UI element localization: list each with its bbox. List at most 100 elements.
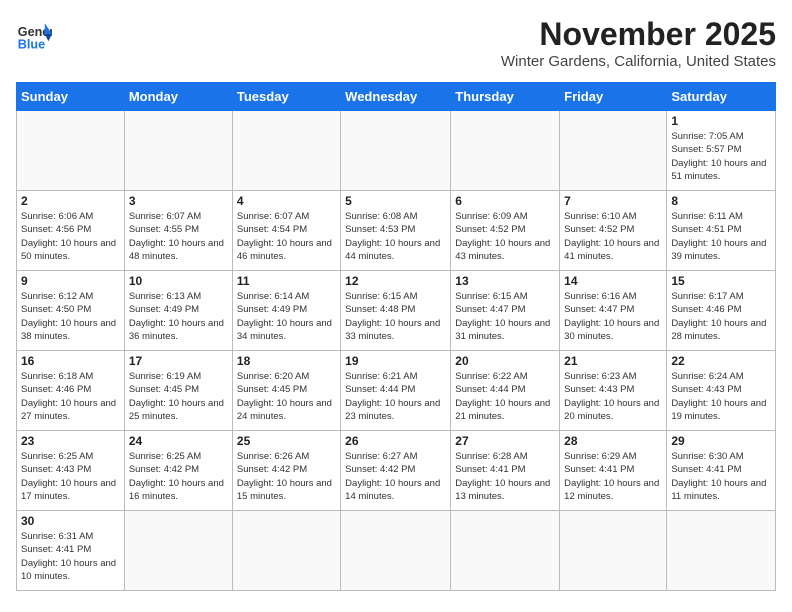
calendar-cell: 7 Sunrise: 6:10 AM Sunset: 4:52 PM Daylig…: [560, 191, 667, 271]
day-number: 21: [564, 354, 662, 368]
day-number: 1: [671, 114, 771, 128]
day-number: 30: [21, 514, 120, 528]
day-number: 2: [21, 194, 120, 208]
day-number: 6: [455, 194, 555, 208]
day-number: 19: [345, 354, 446, 368]
day-info: Sunrise: 6:25 AM Sunset: 4:43 PM Dayligh…: [21, 450, 120, 503]
day-info: Sunrise: 6:16 AM Sunset: 4:47 PM Dayligh…: [564, 290, 662, 343]
day-info: Sunrise: 6:09 AM Sunset: 4:52 PM Dayligh…: [455, 210, 555, 263]
calendar-cell: 15 Sunrise: 6:17 AM Sunset: 4:46 PM Dayli…: [667, 271, 776, 351]
calendar-cell: [667, 511, 776, 591]
calendar-cell: 18 Sunrise: 6:20 AM Sunset: 4:45 PM Dayli…: [232, 351, 340, 431]
day-number: 9: [21, 274, 120, 288]
calendar-cell: [232, 511, 340, 591]
calendar-cell: 13Sunrise: 6:15 AM Sunset: 4:47 PM Dayli…: [451, 271, 560, 351]
day-info: Sunrise: 6:23 AM Sunset: 4:43 PM Dayligh…: [564, 370, 662, 423]
calendar-cell: 26 Sunrise: 6:27 AM Sunset: 4:42 PM Dayli…: [341, 431, 451, 511]
location-title: Winter Gardens, California, United State…: [501, 53, 776, 70]
day-number: 15: [671, 274, 771, 288]
logo-icon: General Blue: [16, 16, 52, 52]
calendar-cell: [124, 111, 232, 191]
weekday-header-wednesday: Wednesday: [341, 83, 451, 111]
calendar-cell: 5 Sunrise: 6:08 AM Sunset: 4:53 PM Daylig…: [341, 191, 451, 271]
day-info: Sunrise: 6:21 AM Sunset: 4:44 PM Dayligh…: [345, 370, 446, 423]
day-info: Sunrise: 6:30 AM Sunset: 4:41 PM Dayligh…: [671, 450, 771, 503]
day-info: Sunrise: 6:19 AM Sunset: 4:45 PM Dayligh…: [129, 370, 228, 423]
day-info: Sunrise: 6:17 AM Sunset: 4:46 PM Dayligh…: [671, 290, 771, 343]
day-info: Sunrise: 6:13 AM Sunset: 4:49 PM Dayligh…: [129, 290, 228, 343]
day-info: Sunrise: 6:27 AM Sunset: 4:42 PM Dayligh…: [345, 450, 446, 503]
day-number: 28: [564, 434, 662, 448]
day-info: Sunrise: 6:07 AM Sunset: 4:54 PM Dayligh…: [237, 210, 336, 263]
weekday-header-row: SundayMondayTuesdayWednesdayThursdayFrid…: [17, 83, 776, 111]
calendar-cell: 20Sunrise: 6:22 AM Sunset: 4:44 PM Dayli…: [451, 351, 560, 431]
calendar-cell: 11 Sunrise: 6:14 AM Sunset: 4:49 PM Dayli…: [232, 271, 340, 351]
day-info: Sunrise: 6:07 AM Sunset: 4:55 PM Dayligh…: [129, 210, 228, 263]
weekday-header-tuesday: Tuesday: [232, 83, 340, 111]
day-number: 25: [237, 434, 336, 448]
weekday-header-friday: Friday: [560, 83, 667, 111]
calendar-cell: 19 Sunrise: 6:21 AM Sunset: 4:44 PM Dayli…: [341, 351, 451, 431]
calendar-cell: 17Sunrise: 6:19 AM Sunset: 4:45 PM Dayli…: [124, 351, 232, 431]
calendar-cell: [451, 511, 560, 591]
calendar-cell: 28 Sunrise: 6:29 AM Sunset: 4:41 PM Dayli…: [560, 431, 667, 511]
day-number: 23: [21, 434, 120, 448]
calendar-table: SundayMondayTuesdayWednesdayThursdayFrid…: [16, 82, 776, 591]
calendar-cell: 12 Sunrise: 6:15 AM Sunset: 4:48 PM Dayli…: [341, 271, 451, 351]
day-info: Sunrise: 6:06 AM Sunset: 4:56 PM Dayligh…: [21, 210, 120, 263]
day-number: 7: [564, 194, 662, 208]
calendar-cell: 27Sunrise: 6:28 AM Sunset: 4:41 PM Dayli…: [451, 431, 560, 511]
calendar-cell: [451, 111, 560, 191]
day-info: Sunrise: 6:26 AM Sunset: 4:42 PM Dayligh…: [237, 450, 336, 503]
day-info: Sunrise: 6:08 AM Sunset: 4:53 PM Dayligh…: [345, 210, 446, 263]
day-number: 11: [237, 274, 336, 288]
day-info: Sunrise: 6:31 AM Sunset: 4:41 PM Dayligh…: [21, 530, 120, 583]
title-block: November 2025 Winter Gardens, California…: [501, 16, 776, 70]
day-info: Sunrise: 6:14 AM Sunset: 4:49 PM Dayligh…: [237, 290, 336, 343]
calendar-cell: 21 Sunrise: 6:23 AM Sunset: 4:43 PM Dayli…: [560, 351, 667, 431]
day-info: Sunrise: 6:29 AM Sunset: 4:41 PM Dayligh…: [564, 450, 662, 503]
day-number: 3: [129, 194, 228, 208]
day-info: Sunrise: 6:22 AM Sunset: 4:44 PM Dayligh…: [455, 370, 555, 423]
day-number: 26: [345, 434, 446, 448]
weekday-header-thursday: Thursday: [451, 83, 560, 111]
calendar-week-row: 30 Sunrise: 6:31 AM Sunset: 4:41 PM Dayli…: [17, 511, 776, 591]
day-number: 18: [237, 354, 336, 368]
calendar-week-row: 23 Sunrise: 6:25 AM Sunset: 4:43 PM Dayli…: [17, 431, 776, 511]
calendar-cell: 3 Sunrise: 6:07 AM Sunset: 4:55 PM Daylig…: [124, 191, 232, 271]
calendar-cell: [560, 511, 667, 591]
calendar-cell: [560, 111, 667, 191]
day-number: 5: [345, 194, 446, 208]
calendar-cell: [341, 111, 451, 191]
calendar-cell: [124, 511, 232, 591]
calendar-cell: 14Sunrise: 6:16 AM Sunset: 4:47 PM Dayli…: [560, 271, 667, 351]
day-number: 16: [21, 354, 120, 368]
month-title: November 2025: [501, 16, 776, 53]
calendar-cell: 25 Sunrise: 6:26 AM Sunset: 4:42 PM Dayli…: [232, 431, 340, 511]
calendar-cell: 10Sunrise: 6:13 AM Sunset: 4:49 PM Dayli…: [124, 271, 232, 351]
day-info: Sunrise: 6:18 AM Sunset: 4:46 PM Dayligh…: [21, 370, 120, 423]
calendar-cell: 24Sunrise: 6:25 AM Sunset: 4:42 PM Dayli…: [124, 431, 232, 511]
weekday-header-monday: Monday: [124, 83, 232, 111]
calendar-cell: [17, 111, 125, 191]
calendar-cell: 8Sunrise: 6:11 AM Sunset: 4:51 PM Daylig…: [667, 191, 776, 271]
calendar-week-row: 9Sunrise: 6:12 AM Sunset: 4:50 PM Daylig…: [17, 271, 776, 351]
calendar-cell: 1Sunrise: 7:05 AM Sunset: 5:57 PM Daylig…: [667, 111, 776, 191]
day-info: Sunrise: 6:20 AM Sunset: 4:45 PM Dayligh…: [237, 370, 336, 423]
calendar-cell: 2 Sunrise: 6:06 AM Sunset: 4:56 PM Daylig…: [17, 191, 125, 271]
calendar-cell: [341, 511, 451, 591]
weekday-header-sunday: Sunday: [17, 83, 125, 111]
calendar-cell: 16 Sunrise: 6:18 AM Sunset: 4:46 PM Dayli…: [17, 351, 125, 431]
day-info: Sunrise: 6:15 AM Sunset: 4:47 PM Dayligh…: [455, 290, 555, 343]
calendar-cell: 23 Sunrise: 6:25 AM Sunset: 4:43 PM Dayli…: [17, 431, 125, 511]
day-info: Sunrise: 6:11 AM Sunset: 4:51 PM Dayligh…: [671, 210, 771, 263]
day-number: 12: [345, 274, 446, 288]
calendar-cell: 30 Sunrise: 6:31 AM Sunset: 4:41 PM Dayli…: [17, 511, 125, 591]
day-info: Sunrise: 6:15 AM Sunset: 4:48 PM Dayligh…: [345, 290, 446, 343]
calendar-body: 1Sunrise: 7:05 AM Sunset: 5:57 PM Daylig…: [17, 111, 776, 591]
calendar-cell: 9Sunrise: 6:12 AM Sunset: 4:50 PM Daylig…: [17, 271, 125, 351]
calendar-cell: 29Sunrise: 6:30 AM Sunset: 4:41 PM Dayli…: [667, 431, 776, 511]
svg-text:Blue: Blue: [18, 37, 45, 51]
day-info: Sunrise: 6:10 AM Sunset: 4:52 PM Dayligh…: [564, 210, 662, 263]
logo: General Blue: [16, 16, 52, 52]
